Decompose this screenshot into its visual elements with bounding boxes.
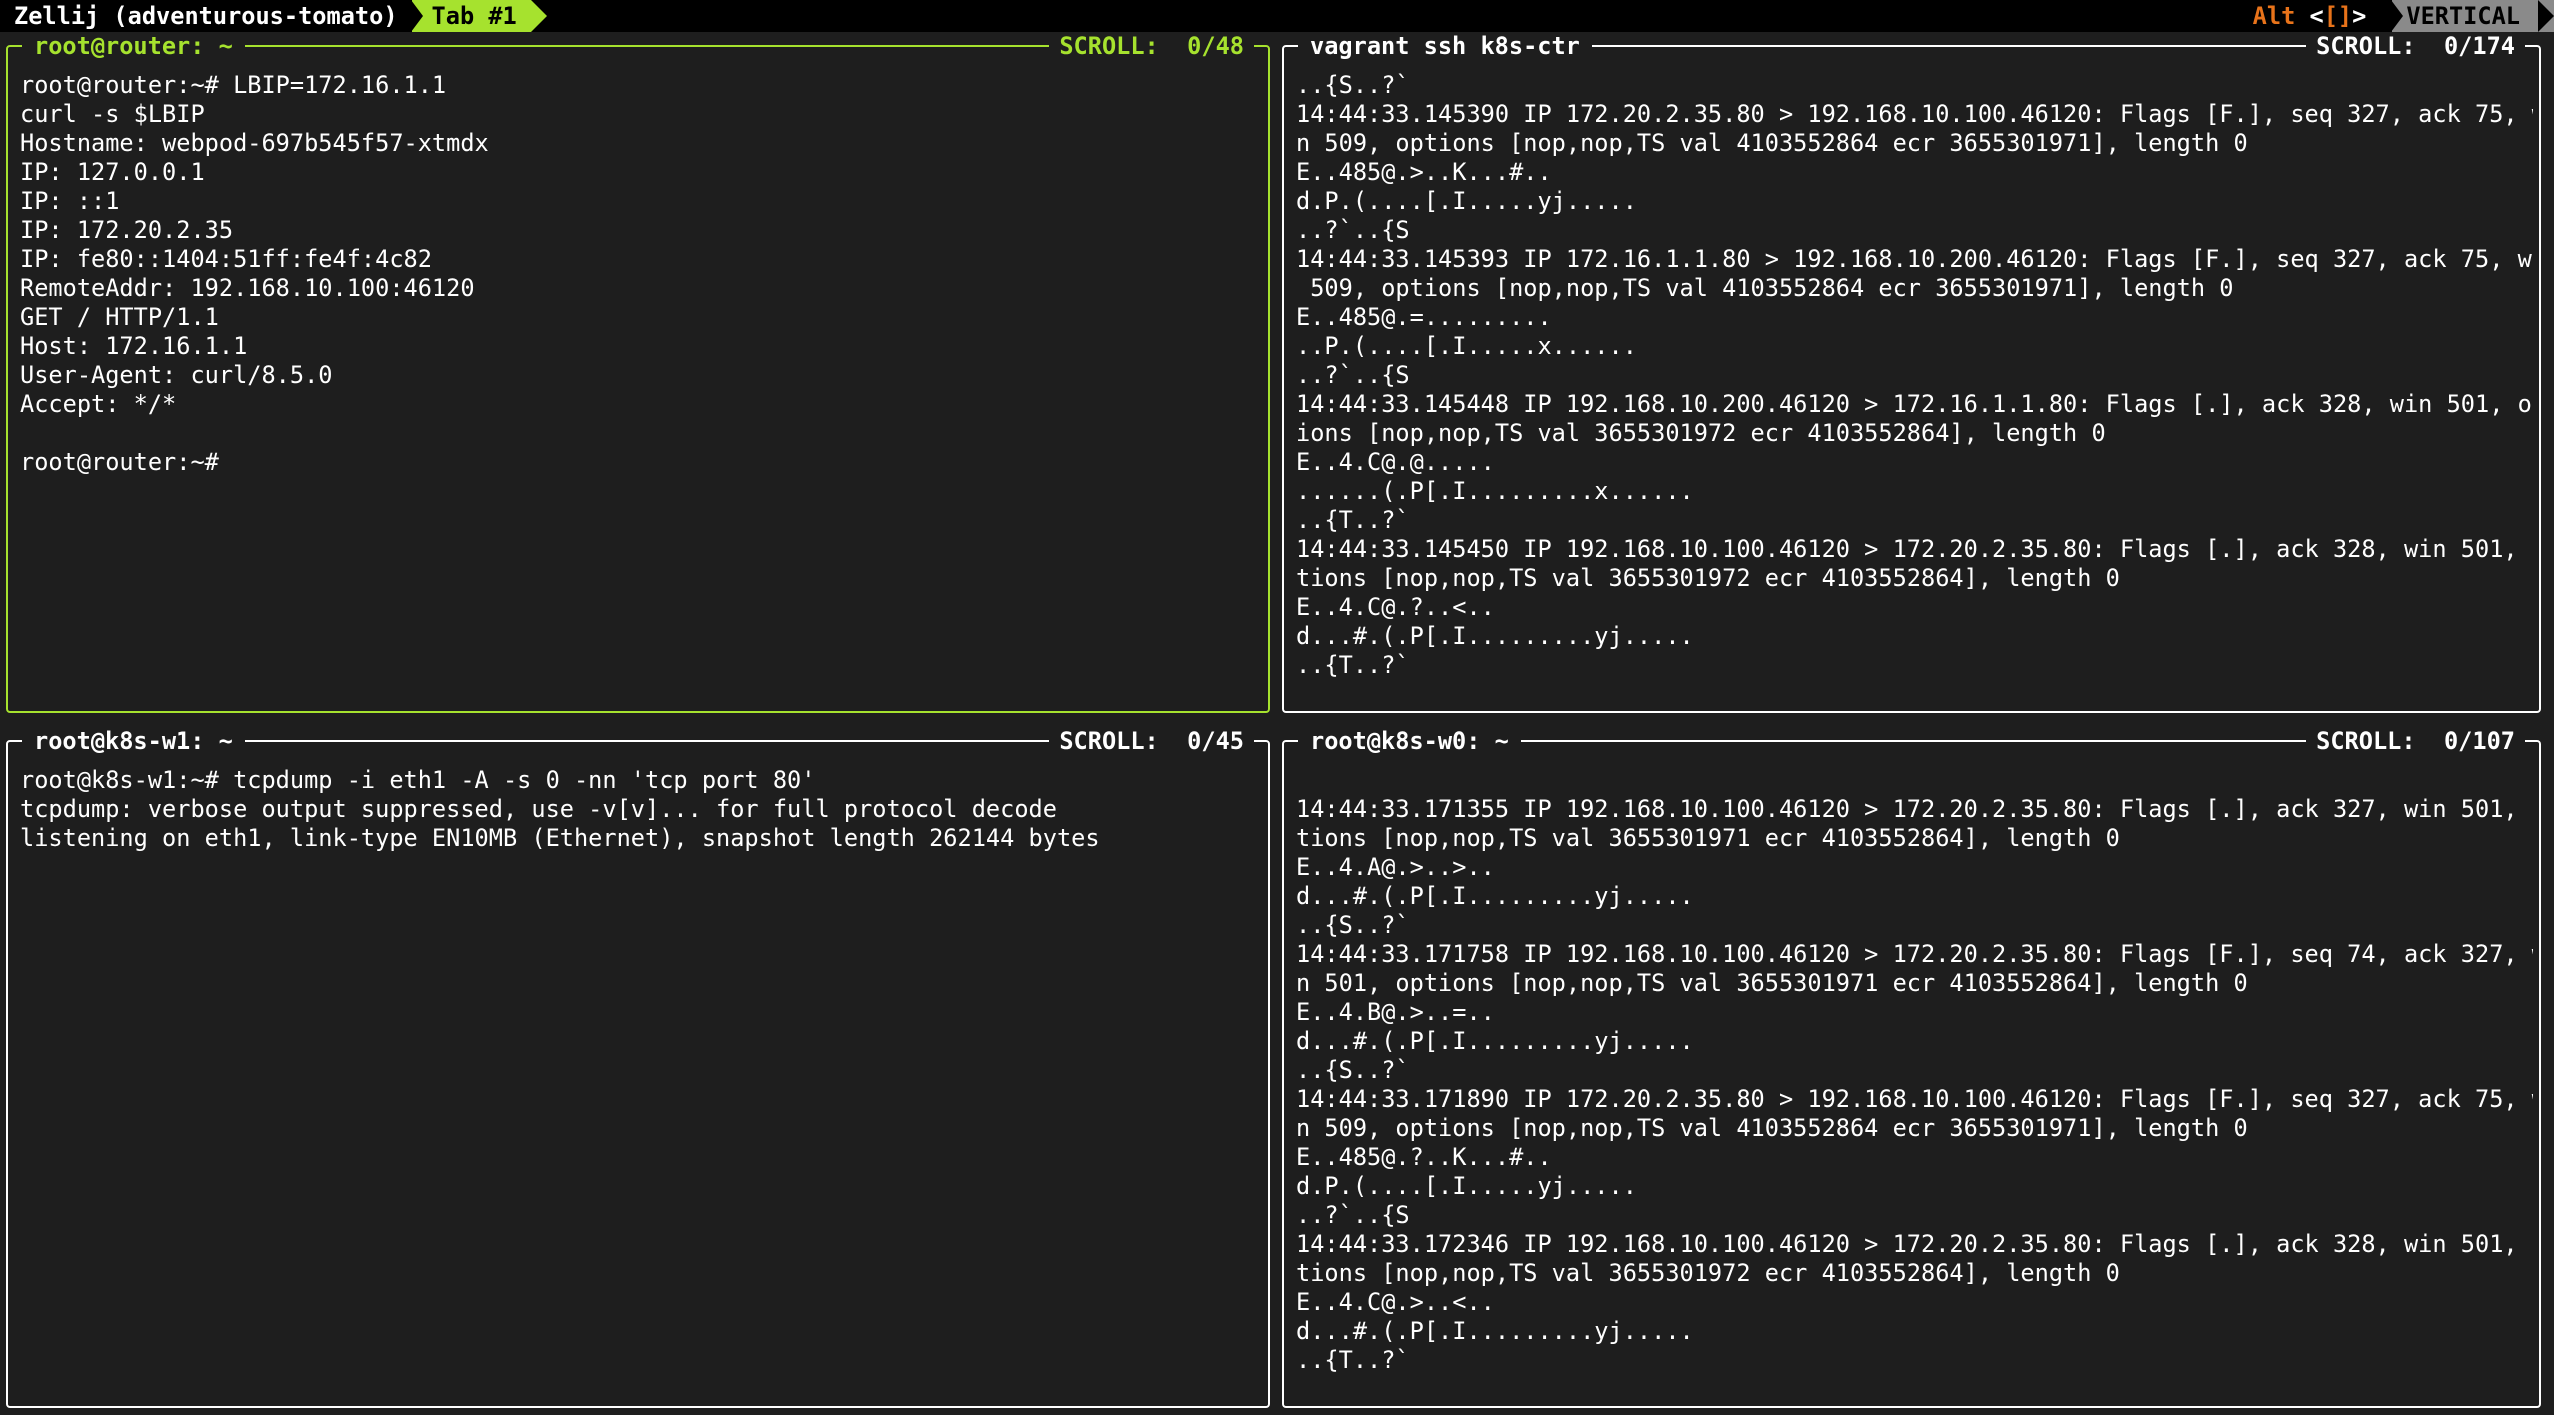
tab-1[interactable]: Tab #1 bbox=[410, 0, 547, 32]
terminal-line: 14:44:33.145393 IP 172.16.1.1.80 > 192.1… bbox=[1296, 245, 2533, 273]
terminal-line: n 501, options [nop,nop,TS val 365530197… bbox=[1296, 969, 2248, 997]
terminal-line: d...#.(.P[.I.........yj..... bbox=[1296, 622, 1694, 650]
tab-arrow-left-icon bbox=[410, 0, 423, 32]
pane-k8s-w0[interactable]: root@k8s-w0: ~ SCROLL: 0/107 14:44:33.17… bbox=[1282, 727, 2541, 1408]
terminal-line: ..{S..?` bbox=[1296, 71, 1410, 99]
mode-name: VERTICAL bbox=[2406, 2, 2520, 30]
pane-titlebar: root@k8s-w1: ~ SCROLL: 0/45 bbox=[22, 726, 1254, 756]
pane-titlebar: root@k8s-w0: ~ SCROLL: 0/107 bbox=[1298, 726, 2525, 756]
terminal-line: ..{S..?` bbox=[1296, 911, 1410, 939]
terminal-output[interactable]: root@k8s-w1:~# tcpdump -i eth1 -A -s 0 -… bbox=[20, 766, 1262, 1402]
terminal-line: d...#.(.P[.I.........yj..... bbox=[1296, 1027, 1694, 1055]
terminal-line: E..485@.?..K...#.. bbox=[1296, 1143, 1552, 1171]
mode-brackets: [] bbox=[2323, 2, 2353, 30]
terminal-line: E..485@.>..K...#.. bbox=[1296, 158, 1552, 186]
terminal-line: 14:44:33.171355 IP 192.168.10.100.46120 … bbox=[1296, 795, 2533, 823]
terminal-line: ..?`..{S bbox=[1296, 216, 1410, 244]
mode-alt-hint: Alt bbox=[2252, 2, 2310, 30]
terminal-line: ..{T..?` bbox=[1296, 1346, 1410, 1374]
terminal-line: curl -s $LBIP bbox=[20, 100, 205, 128]
pane-title: vagrant ssh k8s-ctr bbox=[1298, 32, 1592, 60]
terminal-line: ..{S..?` bbox=[1296, 1056, 1410, 1084]
terminal-line: E..4.C@.>..<.. bbox=[1296, 1288, 1495, 1316]
pane-titlebar: root@router: ~ SCROLL: 0/48 bbox=[22, 31, 1254, 61]
terminal-line: IP: ::1 bbox=[20, 187, 120, 215]
terminal-line: 14:44:33.145450 IP 192.168.10.100.46120 … bbox=[1296, 535, 2533, 563]
terminal-line: d...#.(.P[.I.........yj..... bbox=[1296, 1317, 1694, 1345]
pane-titlebar: vagrant ssh k8s-ctr SCROLL: 0/174 bbox=[1298, 31, 2525, 61]
mode-bracket-open: < bbox=[2309, 2, 2324, 30]
terminal-line: 14:44:33.145390 IP 172.20.2.35.80 > 192.… bbox=[1296, 100, 2533, 128]
mode-indicator: Alt < [] > VERTICAL bbox=[2253, 0, 2554, 32]
mode-arrow-right-icon bbox=[2538, 0, 2554, 32]
pane-k8s-w1[interactable]: root@k8s-w1: ~ SCROLL: 0/45 root@k8s-w1:… bbox=[6, 727, 1270, 1408]
terminal-output[interactable]: root@router:~# LBIP=172.16.1.1 curl -s $L… bbox=[20, 71, 1262, 707]
terminal-line: d.P.(....[.I.....yj..... bbox=[1296, 187, 1637, 215]
terminal-line: E..4.A@.>..>.. bbox=[1296, 853, 1495, 881]
terminal-line: Hostname: webpod-697b545f57-xtmdx bbox=[20, 129, 489, 157]
terminal-line: root@k8s-w1:~# tcpdump -i eth1 -A -s 0 -… bbox=[20, 766, 816, 794]
mode-arrow-left-icon bbox=[2391, 0, 2404, 32]
terminal-line: 14:44:33.172346 IP 192.168.10.100.46120 … bbox=[1296, 1230, 2533, 1258]
terminal-line: tions [nop,nop,TS val 3655301971 ecr 410… bbox=[1296, 824, 2120, 852]
terminal-line: ......(.P[.I.........x...... bbox=[1296, 477, 1694, 505]
terminal-line: E..4.C@.?..<.. bbox=[1296, 593, 1495, 621]
pane-scroll-indicator: SCROLL: 0/45 bbox=[1049, 727, 1254, 755]
pane-title: root@k8s-w0: ~ bbox=[1298, 727, 1521, 755]
terminal-line: ..?`..{S bbox=[1296, 361, 1410, 389]
terminal-line: ..{T..?` bbox=[1296, 506, 1410, 534]
terminal-line: n 509, options [nop,nop,TS val 410355286… bbox=[1296, 129, 2248, 157]
terminal-line: ..P.(....[.I.....x...... bbox=[1296, 332, 1637, 360]
pane-title: root@router: ~ bbox=[22, 32, 245, 60]
pane-k8s-ctr[interactable]: vagrant ssh k8s-ctr SCROLL: 0/174 ..{S..… bbox=[1282, 32, 2541, 713]
terminal-line: IP: 127.0.0.1 bbox=[20, 158, 205, 186]
mode-vertical-badge[interactable]: VERTICAL bbox=[2391, 0, 2554, 32]
terminal-line: d...#.(.P[.I.........yj..... bbox=[1296, 882, 1694, 910]
terminal-line: ..?`..{S bbox=[1296, 1201, 1410, 1229]
terminal-line: 14:44:33.145448 IP 192.168.10.200.46120 … bbox=[1296, 390, 2533, 418]
terminal-line: E..485@.=......... bbox=[1296, 303, 1552, 331]
terminal-line: d.P.(....[.I.....yj..... bbox=[1296, 1172, 1637, 1200]
pane-scroll-indicator: SCROLL: 0/174 bbox=[2306, 32, 2525, 60]
terminal-line: root@router:~# LBIP=172.16.1.1 bbox=[20, 71, 447, 99]
terminal-line: ..{T..?` bbox=[1296, 651, 1410, 679]
pane-title: root@k8s-w1: ~ bbox=[22, 727, 245, 755]
pane-scroll-indicator: SCROLL: 0/48 bbox=[1049, 32, 1254, 60]
terminal-line: User-Agent: curl/8.5.0 bbox=[20, 361, 333, 389]
terminal-line: 509, options [nop,nop,TS val 4103552864 … bbox=[1296, 274, 2234, 302]
terminal-line: ions [nop,nop,TS val 3655301972 ecr 4103… bbox=[1296, 419, 2106, 447]
terminal-line: IP: 172.20.2.35 bbox=[20, 216, 234, 244]
terminal-line: listening on eth1, link-type EN10MB (Eth… bbox=[20, 824, 1100, 852]
terminal-line: GET / HTTP/1.1 bbox=[20, 303, 219, 331]
mode-bracket-close: > bbox=[2352, 2, 2367, 30]
session-name: Zellij (adventurous-tomato) bbox=[14, 2, 398, 30]
terminal-line: 14:44:33.171758 IP 192.168.10.100.46120 … bbox=[1296, 940, 2533, 968]
terminal-line: Accept: */* bbox=[20, 390, 177, 418]
zellij-tab-bar: Zellij (adventurous-tomato) Tab #1 Alt <… bbox=[0, 0, 2554, 32]
terminal-line: RemoteAddr: 192.168.10.100:46120 bbox=[20, 274, 475, 302]
terminal-output[interactable]: 14:44:33.171355 IP 192.168.10.100.46120 … bbox=[1296, 766, 2533, 1402]
terminal-line: Host: 172.16.1.1 bbox=[20, 332, 248, 360]
terminal-line: IP: fe80::1404:51ff:fe4f:4c82 bbox=[20, 245, 432, 273]
terminal-line: tions [nop,nop,TS val 3655301972 ecr 410… bbox=[1296, 564, 2120, 592]
tab-arrow-right-icon bbox=[530, 0, 547, 32]
terminal-line: tions [nop,nop,TS val 3655301972 ecr 410… bbox=[1296, 1259, 2120, 1287]
pane-scroll-indicator: SCROLL: 0/107 bbox=[2306, 727, 2525, 755]
terminal-output[interactable]: ..{S..?` 14:44:33.145390 IP 172.20.2.35.8… bbox=[1296, 71, 2533, 707]
terminal-line: tcpdump: verbose output suppressed, use … bbox=[20, 795, 1057, 823]
terminal-line: E..4.B@.>..=.. bbox=[1296, 998, 1495, 1026]
terminal-line: root@router:~# bbox=[20, 448, 219, 476]
tab-label: Tab #1 bbox=[431, 2, 517, 30]
terminal-line: n 509, options [nop,nop,TS val 410355286… bbox=[1296, 1114, 2248, 1142]
pane-router[interactable]: root@router: ~ SCROLL: 0/48 root@router:… bbox=[6, 32, 1270, 713]
terminal-line: 14:44:33.171890 IP 172.20.2.35.80 > 192.… bbox=[1296, 1085, 2533, 1113]
terminal-line: E..4.C@.@..... bbox=[1296, 448, 1495, 476]
